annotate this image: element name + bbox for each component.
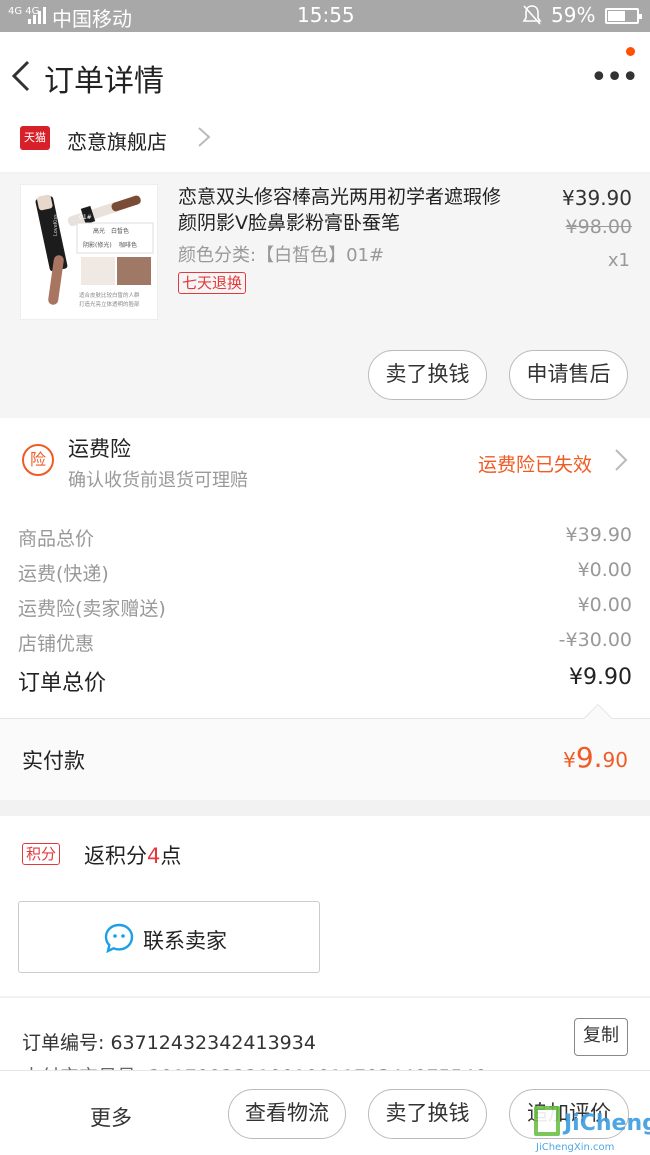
summary-value: ¥0.00 [577, 559, 632, 581]
product-title[interactable]: 恋意双头修容棒高光两用初学者遮瑕修颜阴影V脸鼻影粉膏卧蚕笔 [178, 184, 518, 236]
amount-paid-row: 实付款 ¥9.90 [0, 703, 650, 800]
summary-row: 运费(快递) ¥0.00 [18, 559, 632, 589]
thumb-number: 01# [79, 214, 92, 221]
insurance-title: 运费险 [68, 437, 131, 461]
contact-seller-label: 联系卖家 [143, 929, 227, 953]
more-actions-link[interactable]: 更多 [90, 1102, 132, 1132]
more-menu-icon[interactable]: ••• [590, 60, 639, 95]
paid-currency: ¥ [563, 748, 576, 772]
watermark-logo: JiCheng JiChengXin.com [532, 1104, 650, 1155]
points-badge: 积分 [22, 843, 61, 865]
summary-value: ¥0.00 [577, 594, 632, 616]
sell-resale-button[interactable]: 卖了换钱 [368, 350, 487, 400]
battery-percent: 59% [551, 3, 596, 27]
summary-label: 店铺优惠 [18, 633, 95, 655]
original-price: ¥98.00 [565, 216, 632, 238]
notification-dot [626, 47, 635, 56]
clock: 15:55 [297, 3, 355, 27]
order-total-row: 订单总价 ¥9.90 [18, 665, 632, 696]
status-bar: 4G 4G 中国移动 15:55 59% [0, 0, 650, 32]
paid-label: 实付款 [22, 749, 85, 773]
contact-seller-button[interactable]: 联系卖家 [18, 901, 320, 973]
price-summary: 商品总价 ¥39.90 运费(快递) ¥0.00 运费险(卖家赠送) ¥0.00… [0, 504, 650, 718]
page-title: 订单详情 [44, 64, 164, 99]
points-count: 4 [147, 844, 161, 868]
thumb-caption-1: 适合皮肤比较白皙的人群 [79, 291, 140, 299]
summary-row: 店铺优惠 -¥30.00 [18, 629, 632, 659]
thumb-caption-2: 打造光亮立体透明的脸部 [79, 300, 140, 308]
insurance-subtitle: 确认收货前退货可理赔 [68, 470, 248, 491]
carrier-name: 中国移动 [52, 7, 132, 31]
view-logistics-button[interactable]: 查看物流 [228, 1089, 346, 1139]
paid-decimal: 90 [602, 748, 628, 772]
summary-row: 运费险(卖家赠送) ¥0.00 [18, 594, 632, 624]
battery-level-fill [608, 11, 625, 21]
summary-value: ¥39.90 [565, 524, 632, 546]
back-arrow-icon[interactable] [8, 56, 38, 96]
summary-row: 商品总价 ¥39.90 [18, 524, 632, 554]
return-policy-badge: 七天退换 [178, 272, 247, 294]
paid-amount: ¥9.90 [563, 741, 628, 774]
summary-value: -¥30.00 [558, 629, 632, 651]
thumb-brand-logo: LoveKiss [53, 214, 59, 236]
thumb-shadow-label: 阴影(修光) [83, 241, 112, 249]
chat-bubble-icon [103, 922, 135, 954]
alipay-transaction-number: 支付宝交易号: 2017092221001001170344075540 [22, 1062, 487, 1070]
order-total-label: 订单总价 [18, 671, 107, 696]
thumb-coffee-label: 咖啡色 [119, 241, 137, 249]
points-section: 积分 返积分4点 联系卖家 [0, 816, 650, 996]
paid-integer: 9. [575, 741, 603, 774]
mute-bell-icon [522, 4, 542, 31]
insurance-status[interactable]: 运费险已失效 [478, 450, 592, 477]
thumb-white-label: 白皙色 [111, 227, 129, 235]
order-number: 订单编号: 63712432342413934 [22, 1032, 316, 1054]
nav-bar: 订单详情 ••• [0, 32, 650, 120]
product-thumbnail[interactable]: 高光 白皙色 阴影(修光) 咖啡色 01# LoveKiss 适合皮肤比较白皙的… [20, 184, 158, 320]
shop-name[interactable]: 恋意旗舰店 [67, 126, 167, 155]
product-price: ¥39.90 [562, 186, 632, 210]
tmall-logo-icon: 天猫 [20, 126, 50, 150]
summary-label: 运费险(卖家赠送) [18, 598, 166, 620]
chevron-right-icon [614, 448, 628, 472]
watermark-brand: JiCheng [562, 1111, 650, 1136]
product-quantity: x1 [607, 250, 630, 271]
summary-label: 运费(快递) [18, 563, 109, 585]
signal-icon [28, 6, 46, 24]
points-prefix: 返积分 [84, 844, 147, 868]
product-item[interactable]: 高光 白皙色 阴影(修光) 咖啡色 01# LoveKiss 适合皮肤比较白皙的… [0, 174, 650, 418]
thumb-highlight-label: 高光 [93, 227, 105, 235]
summary-label: 商品总价 [18, 528, 95, 550]
shipping-insurance-row[interactable]: 险 运费险 确认收货前退货可理赔 运费险已失效 [0, 418, 650, 504]
battery-icon [605, 8, 642, 24]
watermark-url: JiChengXin.com [535, 1142, 614, 1153]
order-info: 订单编号: 63712432342413934 支付宝交易号: 20170922… [0, 998, 650, 1070]
product-sku: 颜色分类:【白皙色】01# [178, 245, 385, 266]
insurance-icon: 险 [22, 444, 54, 476]
copy-button[interactable]: 复制 [574, 1018, 628, 1056]
points-reward: 返积分4点 [84, 840, 181, 870]
order-total-value: ¥9.90 [569, 665, 632, 690]
after-sale-button[interactable]: 申请售后 [509, 350, 628, 400]
chevron-right-icon [196, 126, 212, 148]
points-suffix: 点 [160, 844, 182, 868]
sell-resale-button[interactable]: 卖了换钱 [368, 1089, 487, 1139]
shop-row[interactable]: 天猫 恋意旗舰店 [0, 120, 650, 172]
